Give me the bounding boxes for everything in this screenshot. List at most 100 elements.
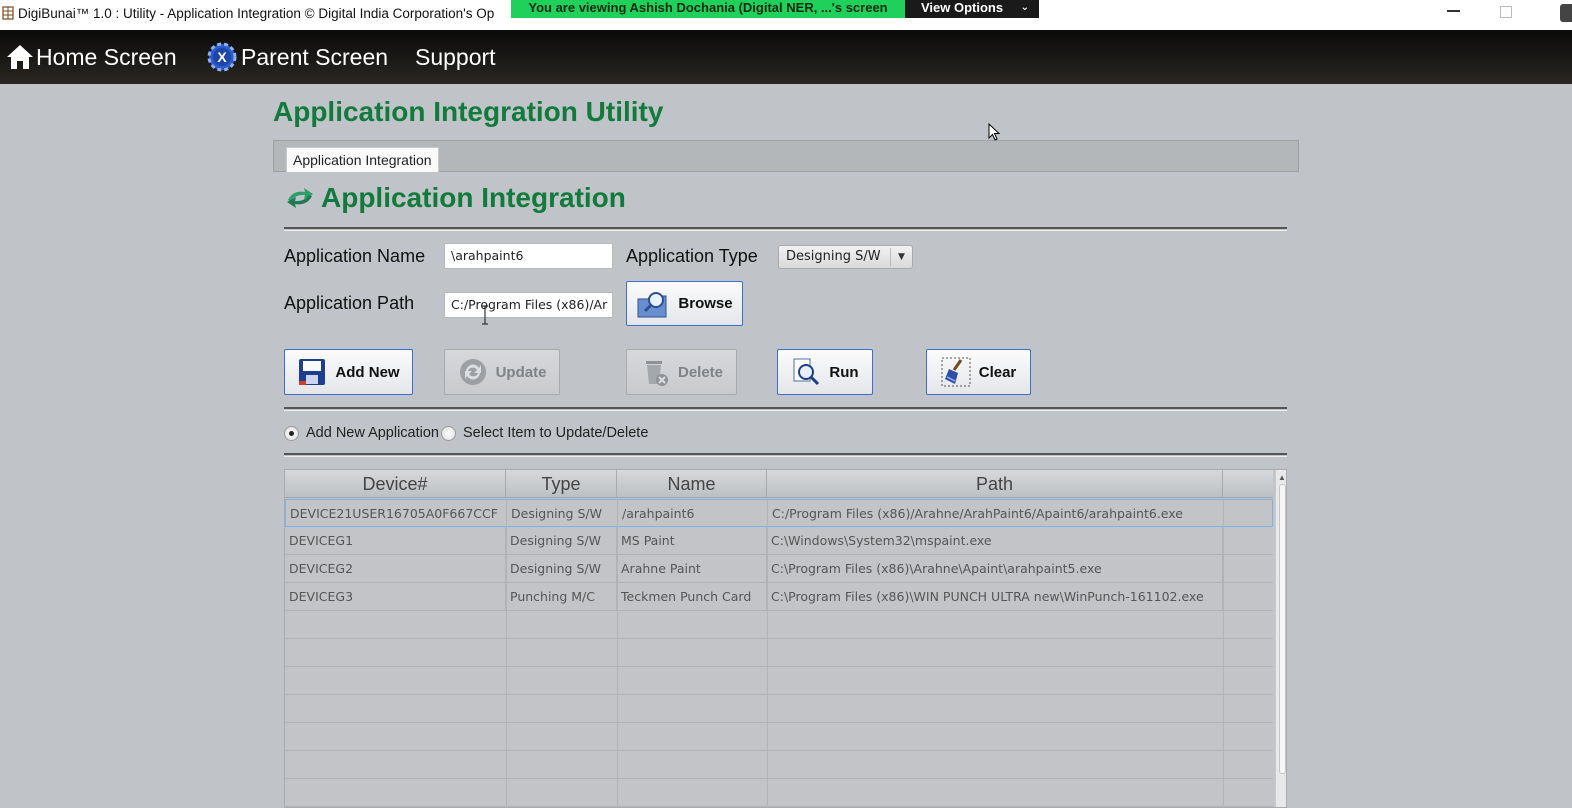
column-divider bbox=[1223, 498, 1224, 807]
run-label: Run bbox=[829, 363, 859, 381]
empty-row bbox=[285, 751, 1273, 779]
trash-icon bbox=[645, 361, 668, 386]
broom-icon bbox=[941, 357, 971, 387]
add-new-label: Add New bbox=[335, 363, 400, 381]
cell-name: MS Paint bbox=[617, 527, 767, 555]
empty-row bbox=[285, 611, 1273, 639]
empty-row bbox=[285, 695, 1273, 723]
table-header: Device# Type Name Path bbox=[285, 470, 1273, 498]
cell-name: Teckmen Punch Card bbox=[617, 583, 767, 611]
home-icon bbox=[7, 45, 33, 69]
table-row[interactable]: DEVICEG1 Designing S/W MS Paint C:\Windo… bbox=[285, 527, 1273, 555]
app-path-input[interactable]: C:/Program Files (x86)/Ar bbox=[444, 292, 613, 318]
browse-label: Browse bbox=[678, 295, 733, 312]
cell-path: C:/Program Files (x86)/Arahne/ArahPaint6… bbox=[768, 500, 1224, 528]
update-label: Update bbox=[495, 363, 547, 381]
add-new-button[interactable]: Add New bbox=[284, 349, 413, 395]
cell-type: Punching M/C bbox=[506, 583, 617, 611]
menu-home-screen[interactable]: Home Screen bbox=[6, 30, 177, 84]
menu-home-label: Home Screen bbox=[36, 43, 177, 70]
screen-share-banner: You are viewing Ashish Dochania (Digital… bbox=[511, 0, 905, 18]
magnifier-document-icon bbox=[793, 358, 820, 386]
minimize-icon[interactable] bbox=[1447, 10, 1460, 12]
cell-path: C:\Program Files (x86)\Arahne\Apaint\ara… bbox=[767, 555, 1223, 583]
table-row[interactable]: DEVICEG2 Designing S/W Arahne Paint C:\P… bbox=[285, 555, 1273, 583]
menu-support[interactable]: Support bbox=[415, 30, 496, 84]
refresh-icon bbox=[459, 359, 486, 385]
section-title: Application Integration bbox=[321, 182, 626, 213]
empty-row bbox=[285, 667, 1273, 695]
app-path-label: Application Path bbox=[284, 293, 415, 313]
mouse-pointer-icon bbox=[988, 123, 1000, 141]
empty-row bbox=[285, 639, 1273, 667]
table-scrollbar[interactable]: ▲ bbox=[1275, 470, 1286, 807]
floppy-disk-icon bbox=[299, 359, 326, 385]
svg-text:X: X bbox=[217, 49, 227, 65]
column-header-name[interactable]: Name bbox=[617, 470, 767, 498]
column-header-type[interactable]: Type bbox=[506, 470, 617, 498]
table-row[interactable]: DEVICE21USER16705A0F667CCF Designing S/W… bbox=[285, 499, 1273, 528]
empty-row bbox=[285, 723, 1273, 751]
menu-parent-screen[interactable]: X Parent Screen bbox=[206, 30, 388, 84]
dropdown-arrow-icon: ▼ bbox=[890, 248, 912, 266]
gear-icon: X bbox=[207, 42, 237, 72]
app-name-input[interactable]: \arahpaint6 bbox=[444, 243, 613, 269]
mode-radio-group: Add New Application Select Item to Updat… bbox=[284, 423, 648, 443]
add-new-radio[interactable] bbox=[284, 425, 299, 441]
divider-middle bbox=[284, 407, 1287, 411]
column-divider bbox=[767, 498, 768, 807]
browse-button[interactable]: Browse bbox=[626, 281, 743, 326]
clear-button[interactable]: Clear bbox=[926, 349, 1031, 395]
update-button[interactable]: Update bbox=[444, 349, 560, 395]
cell-device: DEVICEG3 bbox=[285, 583, 506, 611]
tab-application-integration[interactable]: Application Integration bbox=[286, 147, 439, 172]
cell-path: C:\Program Files (x86)\WIN PUNCH ULTRA n… bbox=[767, 583, 1223, 611]
cell-name: Arahne Paint bbox=[617, 555, 767, 583]
tab-strip: Application Integration bbox=[273, 140, 1299, 172]
window-title: DigiBunai™ 1.0 : Utility - Application I… bbox=[18, 6, 495, 21]
scroll-up-icon[interactable]: ▲ bbox=[1278, 473, 1286, 482]
cell-name: /arahpaint6 bbox=[618, 500, 768, 528]
view-options-button[interactable]: View Options ⌄ bbox=[905, 0, 1039, 18]
page-title: Application Integration Utility bbox=[273, 96, 664, 127]
column-divider bbox=[617, 498, 618, 807]
main-menubar: Home Screen X Parent Screen Support bbox=[0, 30, 1572, 84]
integration-arrows-icon bbox=[287, 188, 313, 208]
app-type-select[interactable]: Designing S/W ▼ bbox=[778, 245, 913, 269]
column-header-path[interactable]: Path bbox=[767, 470, 1223, 498]
folder-search-icon bbox=[637, 291, 667, 317]
run-button[interactable]: Run bbox=[777, 349, 873, 395]
app-name-label: Application Name bbox=[284, 246, 426, 266]
app-logo-icon bbox=[2, 6, 14, 20]
applications-table: Device# Type Name Path DEVICE21USER16705… bbox=[284, 469, 1287, 808]
add-new-radio-label: Add New Application bbox=[306, 425, 439, 441]
delete-button[interactable]: Delete bbox=[626, 349, 737, 395]
divider-top bbox=[284, 227, 1287, 231]
divider-bottom bbox=[284, 453, 1287, 457]
cell-type: Designing S/W bbox=[507, 500, 618, 528]
column-header-device[interactable]: Device# bbox=[285, 470, 506, 498]
select-item-radio-label: Select Item to Update/Delete bbox=[463, 425, 649, 441]
scrollbar-thumb[interactable] bbox=[1279, 484, 1286, 774]
chevron-down-icon: ⌄ bbox=[1020, 2, 1029, 13]
clear-label: Clear bbox=[978, 363, 1017, 381]
delete-label: Delete bbox=[677, 363, 724, 381]
select-item-radio[interactable] bbox=[441, 425, 456, 441]
view-options-label: View Options bbox=[921, 0, 1004, 15]
maximize-icon[interactable] bbox=[1500, 6, 1512, 18]
menu-support-label: Support bbox=[415, 43, 496, 70]
table-row[interactable]: DEVICEG3 Punching M/C Teckmen Punch Card… bbox=[285, 583, 1273, 611]
menu-parent-label: Parent Screen bbox=[241, 43, 389, 70]
column-divider bbox=[506, 498, 507, 807]
section-header: Application Integration bbox=[285, 182, 626, 214]
empty-row bbox=[285, 779, 1273, 807]
cell-type: Designing S/W bbox=[506, 527, 617, 555]
app-type-value: Designing S/W bbox=[786, 249, 881, 264]
text-cursor-icon bbox=[482, 305, 488, 325]
close-icon[interactable] bbox=[1560, 4, 1572, 22]
cell-device: DEVICE21USER16705A0F667CCF bbox=[286, 500, 507, 528]
cell-type: Designing S/W bbox=[506, 555, 617, 583]
cell-device: DEVICEG1 bbox=[285, 527, 506, 555]
cell-device: DEVICEG2 bbox=[285, 555, 506, 583]
cell-path: C:\Windows\System32\mspaint.exe bbox=[767, 527, 1223, 555]
